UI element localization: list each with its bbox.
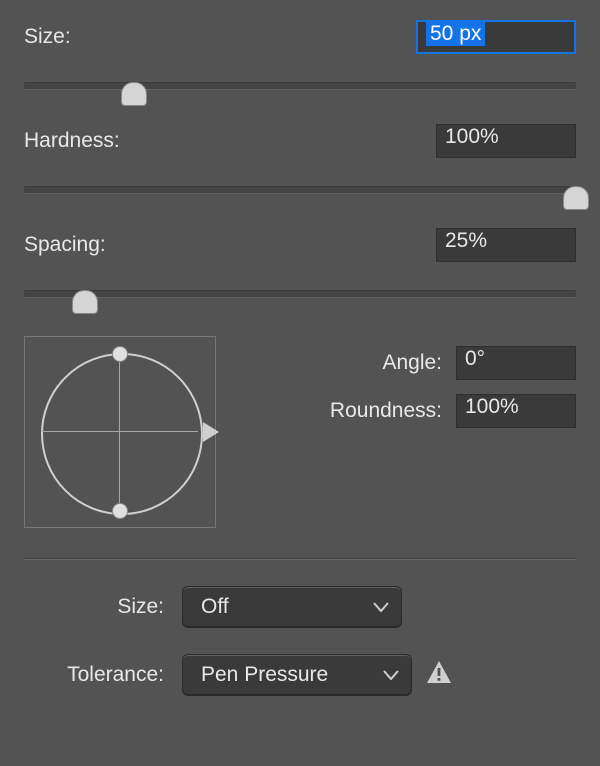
size-slider-track xyxy=(24,82,576,90)
hardness-input[interactable]: 100% xyxy=(436,124,576,158)
hardness-slider[interactable] xyxy=(24,180,576,212)
size-slider[interactable] xyxy=(24,76,576,108)
angle-input[interactable]: 0° xyxy=(456,346,576,380)
dyn-size-select-value: Off xyxy=(201,595,229,619)
dyn-tolerance-label: Tolerance: xyxy=(24,663,164,687)
warning-icon xyxy=(426,660,452,690)
hardness-slider-track xyxy=(24,186,576,194)
dyn-tolerance-select-value: Pen Pressure xyxy=(201,663,328,687)
spacing-label: Spacing: xyxy=(24,233,106,257)
spacing-slider-track xyxy=(24,290,576,298)
spacing-slider-thumb[interactable] xyxy=(72,290,98,314)
spacing-input[interactable]: 25% xyxy=(436,228,576,262)
dyn-tolerance-select[interactable]: Pen Pressure xyxy=(182,654,412,696)
angle-label: Angle: xyxy=(382,351,442,375)
roundness-input[interactable]: 100% xyxy=(456,394,576,428)
hardness-label: Hardness: xyxy=(24,129,120,153)
size-row: Size: 50 px xyxy=(24,20,576,54)
chevron-down-icon xyxy=(383,670,399,680)
hardness-row: Hardness: 100% xyxy=(24,124,576,158)
angle-circle-icon xyxy=(41,353,203,515)
angle-arrow-icon[interactable] xyxy=(203,422,219,442)
roundness-handle-top[interactable] xyxy=(112,346,128,362)
chevron-down-icon xyxy=(373,602,389,612)
dyn-size-select[interactable]: Off xyxy=(182,586,402,628)
size-input[interactable]: 50 px xyxy=(416,20,576,54)
dyn-size-label: Size: xyxy=(24,595,164,619)
angle-roundness-control[interactable] xyxy=(24,336,216,528)
roundness-handle-bottom[interactable] xyxy=(112,503,128,519)
spacing-slider[interactable] xyxy=(24,284,576,316)
spacing-row: Spacing: 25% xyxy=(24,228,576,262)
divider xyxy=(24,558,576,560)
hardness-slider-thumb[interactable] xyxy=(563,186,589,210)
size-label: Size: xyxy=(24,25,71,49)
size-slider-thumb[interactable] xyxy=(121,82,147,106)
roundness-label: Roundness: xyxy=(330,399,442,423)
